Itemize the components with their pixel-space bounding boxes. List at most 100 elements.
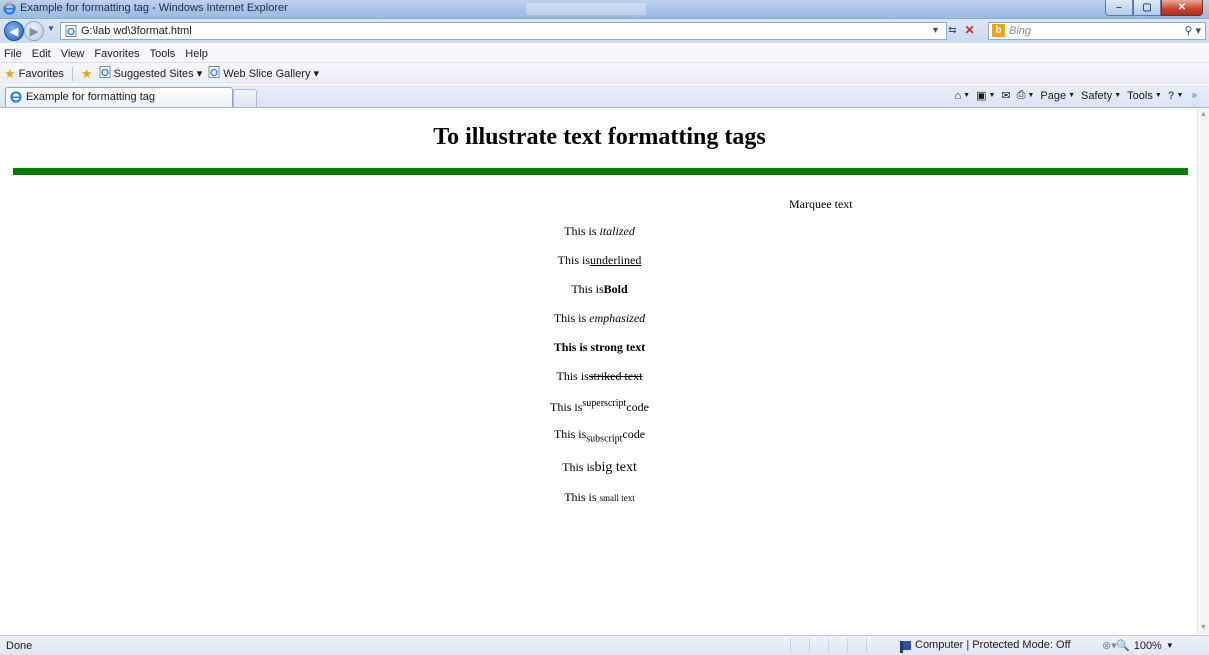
suggested-sites-label: Suggested Sites ▾	[113, 68, 203, 80]
subscript-text: subscript	[586, 433, 623, 445]
zone-label: Computer | Protected Mode: Off	[915, 639, 1071, 651]
strong-prefix: This is	[553, 340, 591, 354]
safety-menu-label: Safety	[1081, 89, 1113, 102]
small-prefix: This is	[564, 490, 600, 504]
web-slice-gallery-link[interactable]: Web Slice Gallery ▾	[208, 66, 319, 81]
home-button[interactable]: ⌂ ▼	[954, 90, 970, 102]
title-bar: Example for formatting tag - Windows Int…	[0, 0, 1209, 19]
big-prefix: This is	[562, 460, 595, 474]
command-bar: ⌂ ▼ ▣ ▼ ✉ ⎙ ▼ Page ▼ Safety ▼ Tools ▼ ? ▼ »	[954, 89, 1197, 102]
maximize-button[interactable]: ▢	[1133, 0, 1161, 16]
safety-menu-button[interactable]: Safety ▼	[1081, 90, 1121, 102]
address-dropdown-icon[interactable]: ▾	[928, 23, 943, 38]
strike-prefix: This is	[556, 369, 589, 383]
striked-text: striked text	[588, 369, 643, 383]
back-button[interactable]: ◀	[4, 21, 24, 41]
close-button[interactable]: ✕	[1161, 0, 1203, 16]
emphasis-line: This is emphasized	[0, 311, 1197, 326]
tools-menu-button[interactable]: Tools ▼	[1127, 90, 1162, 102]
minimize-button[interactable]: –	[1105, 0, 1133, 16]
search-icon[interactable]: ⚲ ▾	[1184, 24, 1201, 37]
status-panes	[790, 638, 885, 653]
tab-bar: Example for formatting tag ⌂ ▼ ▣ ▼ ✉ ⎙ ▼ Pa…	[0, 85, 1209, 108]
menu-file[interactable]: File	[4, 48, 22, 60]
search-box[interactable]: b Bing ⚲ ▾	[988, 22, 1206, 40]
help-icon: ?	[1167, 89, 1175, 102]
page-content: To illustrate text formatting tags Marqu…	[0, 108, 1197, 634]
feeds-button[interactable]: ▣ ▼	[976, 89, 995, 102]
italic-prefix: This is	[564, 224, 600, 238]
ie-logo-icon	[3, 2, 16, 18]
page-menu-button[interactable]: Page ▼	[1040, 90, 1075, 102]
strong-text: strong text	[590, 340, 646, 354]
ie-page-icon	[99, 66, 111, 81]
forward-button[interactable]: ▶	[24, 21, 44, 41]
window-controls: – ▢ ✕	[1105, 0, 1203, 16]
scroll-up-arrow-icon[interactable]: ▲	[1200, 111, 1207, 118]
toolbar-overflow-chevron-icon[interactable]: »	[1191, 90, 1197, 101]
status-pane	[866, 638, 885, 653]
zoom-icon: 🔍	[1116, 640, 1130, 652]
refresh-icon[interactable]: ⇆	[945, 23, 960, 38]
tab-label: Example for formatting tag	[26, 91, 156, 103]
address-bar[interactable]: G:\lab wd\3format.html	[60, 22, 947, 40]
ie-page-icon	[208, 66, 220, 81]
superscript-line: This issuperscriptcode	[0, 398, 1197, 415]
favorites-label: Favorites	[18, 67, 64, 80]
italic-text: italized	[599, 224, 635, 238]
status-text: Done	[6, 640, 33, 652]
ie-tab-icon	[10, 91, 22, 106]
underlined-text: underlined	[590, 253, 642, 267]
navigation-bar: ◀ ▶ ▼ G:\lab wd\3format.html ▾ ⇆ ✕ b Bin…	[0, 19, 1209, 43]
status-pane	[809, 638, 828, 653]
status-pane	[828, 638, 847, 653]
printer-icon: ⎙	[1016, 89, 1026, 101]
scroll-down-arrow-icon[interactable]: ▼	[1200, 624, 1207, 631]
menu-view[interactable]: View	[61, 48, 85, 60]
read-mail-button[interactable]: ✉	[1001, 89, 1010, 102]
tools-menu-label: Tools	[1127, 89, 1153, 102]
menu-favorites[interactable]: Favorites	[94, 48, 139, 60]
add-favorite-icon: ★	[80, 65, 93, 81]
status-pane	[847, 638, 866, 653]
page-heading: To illustrate text formatting tags	[433, 124, 766, 150]
bold-line: This isBold	[0, 282, 1197, 297]
window-thumbnail-ghost	[526, 3, 646, 15]
small-text: small text	[599, 493, 635, 503]
window-title: Example for formatting tag - Windows Int…	[20, 2, 288, 14]
print-button[interactable]: ⎙ ▼	[1017, 89, 1035, 102]
menu-help[interactable]: Help	[185, 48, 208, 60]
zoom-control[interactable]: 🔍 100% ▼	[1116, 639, 1174, 653]
zoom-level: 100%	[1133, 639, 1162, 652]
stop-icon[interactable]: ✕	[962, 23, 977, 38]
status-bar: Done Computer | Protected Mode: Off ⊗▾ 🔍…	[0, 635, 1209, 655]
bold-text: Bold	[603, 282, 628, 296]
menu-bar: File Edit View Favorites Tools Help	[0, 45, 1209, 63]
strong-line: This is strong text	[0, 340, 1197, 355]
rss-icon: ▣	[976, 90, 987, 102]
mail-icon: ✉	[1001, 90, 1011, 102]
subscript-line: This issubscriptcode	[0, 427, 1197, 444]
web-slice-gallery-label: Web Slice Gallery ▾	[223, 68, 320, 80]
tab-example-formatting[interactable]: Example for formatting tag	[5, 87, 233, 107]
subscript-suffix: code	[622, 427, 646, 441]
suggested-sites-link[interactable]: Suggested Sites ▾	[99, 66, 203, 81]
subscript-prefix: This is	[553, 427, 587, 441]
add-to-favorites-button[interactable]: ★	[81, 66, 93, 82]
address-url[interactable]: G:\lab wd\3format.html	[81, 25, 192, 37]
vertical-scrollbar[interactable]: ▲ ▼	[1197, 108, 1209, 634]
recent-pages-dropdown[interactable]: ▼	[47, 24, 55, 33]
address-tools: ▾ ⇆ ✕	[928, 22, 977, 38]
new-tab-button[interactable]	[233, 89, 257, 107]
status-pane	[790, 638, 809, 653]
menu-edit[interactable]: Edit	[32, 48, 51, 60]
superscript-text: superscript	[582, 398, 627, 409]
security-zone[interactable]: Computer | Protected Mode: Off	[900, 639, 1071, 653]
protected-mode-icon[interactable]: ⊗▾	[1102, 639, 1117, 652]
help-menu-button[interactable]: ? ▼	[1168, 90, 1184, 102]
menu-tools[interactable]: Tools	[150, 48, 176, 60]
favorites-button[interactable]: ★ Favorites	[4, 66, 64, 82]
horizontal-rule	[13, 168, 1188, 175]
search-placeholder[interactable]: Bing	[1009, 25, 1031, 37]
underline-prefix: This is	[557, 253, 590, 267]
